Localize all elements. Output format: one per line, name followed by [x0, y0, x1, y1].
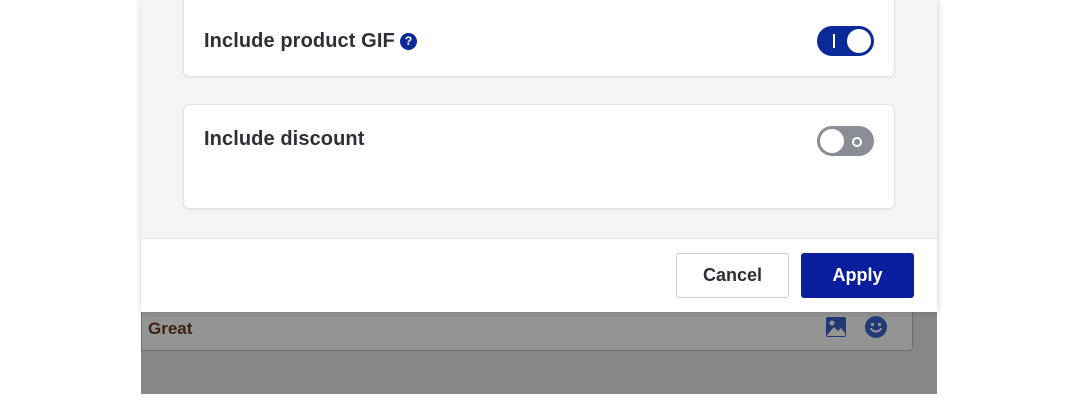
product-gif-toggle[interactable] [817, 26, 874, 56]
toggle-knob [847, 29, 871, 53]
option-label-product-gif: Include product GIF [204, 30, 395, 52]
modal-body: Include product GIF ? Include discount [141, 0, 937, 239]
option-label-discount: Include discount [204, 128, 365, 150]
discount-toggle[interactable] [817, 126, 874, 156]
option-card-discount: Include discount [183, 104, 895, 209]
modal-backdrop[interactable] [141, 312, 937, 394]
toggle-on-mark-icon [833, 34, 835, 48]
cancel-button[interactable]: Cancel [676, 253, 789, 298]
toggle-off-mark-icon [852, 137, 862, 147]
modal-footer: Cancel Apply [141, 239, 937, 312]
option-card-product-gif: Include product GIF ? [183, 0, 895, 77]
help-icon[interactable]: ? [400, 33, 417, 50]
email-options-modal: Include product GIF ? Include discount C… [141, 0, 937, 312]
apply-button[interactable]: Apply [801, 253, 914, 298]
toggle-knob [820, 129, 844, 153]
screen: Great Include product GIF ? Include disc… [0, 0, 1080, 400]
